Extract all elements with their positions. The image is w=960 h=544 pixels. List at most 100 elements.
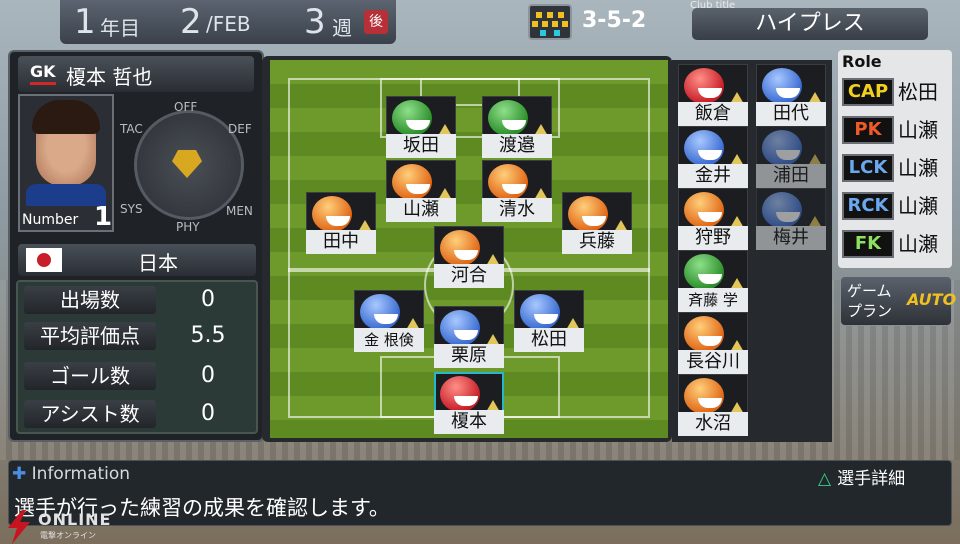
player-card-name: 渡邉 [482, 134, 552, 158]
role-player: 山瀬 [898, 194, 938, 218]
player-card[interactable]: 清水 [482, 160, 552, 224]
role-key: CAP [842, 78, 894, 106]
condition-face-icon [392, 100, 432, 136]
role-row[interactable]: FK 山瀬 [842, 228, 948, 260]
player-card[interactable]: 田中 [306, 192, 376, 256]
bench-player-card[interactable]: 浦田 [756, 126, 826, 190]
player-card[interactable]: 山瀬 [386, 160, 456, 224]
week-unit: 週 [332, 16, 352, 40]
player-detail-button[interactable]: △ 選手詳細 [818, 464, 905, 489]
player-card-name: 斉藤 学 [678, 288, 748, 312]
role-row[interactable]: PK 山瀬 [842, 114, 948, 146]
condition-face-icon [684, 316, 724, 352]
condition-face-icon [520, 294, 560, 330]
player-card-name: 水沼 [678, 412, 748, 436]
japan-flag-icon [26, 248, 62, 272]
radar-label-def: DEF [228, 122, 252, 136]
hair-image [32, 100, 100, 134]
stat-value: 0 [201, 287, 215, 312]
role-player: 山瀬 [898, 118, 938, 142]
player-card-name: 狩野 [678, 226, 748, 250]
condition-face-icon [440, 230, 480, 266]
condition-face-icon [392, 164, 432, 200]
role-row[interactable]: RCK 山瀬 [842, 190, 948, 222]
player-name: 榎本 哲也 [66, 65, 153, 89]
radar-label-men: MEN [226, 204, 253, 218]
stat-value: 5.5 [190, 323, 226, 348]
player-card[interactable]: 松田 [514, 290, 584, 354]
stat-label: 平均評価点 [24, 322, 156, 350]
game-plan-button[interactable]: ゲームプラン AUTO [840, 276, 956, 326]
player-card[interactable]: 河合 [434, 226, 504, 290]
player-name-box: GK 榎本 哲也 [18, 56, 254, 92]
triangle-button-icon: △ [818, 469, 832, 489]
condition-face-icon [488, 164, 528, 200]
position-underline [30, 82, 56, 85]
player-card[interactable]: 栗原 [434, 306, 504, 370]
bench-player-card[interactable]: 梅井 [756, 188, 826, 252]
condition-face-icon [684, 378, 724, 414]
radar-label-sys: SYS [120, 202, 143, 216]
watermark-text: ONLINE [38, 510, 112, 529]
bench-player-card[interactable]: 金井 [678, 126, 748, 190]
stat-row: 出場数 0 [24, 284, 252, 316]
bench-player-card[interactable]: 飯倉 [678, 64, 748, 128]
bench-player-card[interactable]: 斉藤 学 [678, 250, 748, 314]
player-portrait: Number 1 [18, 94, 114, 232]
condition-face-icon [440, 376, 480, 412]
condition-face-icon [568, 196, 608, 232]
player-card-name: 浦田 [756, 164, 826, 188]
player-card[interactable]: 金 根倹 [354, 290, 424, 354]
formation-label: 3-5-2 [582, 8, 647, 33]
watermark-subtext: 電撃オンライン [40, 531, 96, 540]
player-card-name: 松田 [514, 328, 584, 352]
club-title[interactable]: ハイプレス [692, 8, 928, 40]
player-card[interactable]: 坂田 [386, 96, 456, 160]
condition-face-icon [684, 68, 724, 104]
condition-face-icon [762, 192, 802, 228]
player-card-name: 飯倉 [678, 102, 748, 126]
bench-player-card[interactable]: 狩野 [678, 188, 748, 252]
player-card[interactable]: 兵藤 [562, 192, 632, 256]
player-card-name: 清水 [482, 198, 552, 222]
bench-player-card[interactable]: 田代 [756, 64, 826, 128]
roles-panel: Role CAP 松田 PK 山瀬 LCK 山瀬 RCK 山瀬 FK 山瀬 [838, 50, 952, 268]
role-key: LCK [842, 154, 894, 182]
role-player: 山瀬 [898, 232, 938, 256]
player-card-name: 長谷川 [678, 350, 748, 374]
condition-face-icon [684, 254, 724, 290]
roles-title: Role [842, 52, 882, 71]
condition-face-icon [312, 196, 352, 232]
player-card-name: 栗原 [434, 344, 504, 368]
player-card[interactable]: 渡邉 [482, 96, 552, 160]
player-card-selected[interactable]: 榎本 [434, 372, 504, 436]
formation-icon[interactable] [528, 4, 572, 40]
stat-label: 出場数 [24, 286, 156, 314]
game-plan-label: ゲームプラン [847, 282, 893, 320]
bench-player-card[interactable]: 長谷川 [678, 312, 748, 376]
player-number: 1 [94, 202, 113, 232]
stats-panel: 出場数 0 平均評価点 5.5 ゴール数 0 アシスト数 0 [16, 280, 258, 434]
role-row[interactable]: LCK 山瀬 [842, 152, 948, 184]
condition-face-icon [440, 310, 480, 346]
player-card-name: 兵藤 [562, 230, 632, 254]
role-key: RCK [842, 192, 894, 220]
bench-player-card[interactable]: 水沼 [678, 374, 748, 438]
role-row[interactable]: CAP 松田 [842, 76, 948, 108]
player-card-name: 金井 [678, 164, 748, 188]
radar-label-tac: TAC [120, 122, 143, 136]
stat-value: 0 [201, 363, 215, 388]
stat-value: 0 [201, 401, 215, 426]
player-card-name: 榎本 [434, 410, 504, 434]
player-card-name: 金 根倹 [354, 328, 424, 352]
player-card-name: 河合 [434, 264, 504, 288]
country-name: 日本 [138, 251, 178, 275]
year-number: 1 [74, 2, 96, 42]
stat-label: ゴール数 [24, 362, 156, 390]
stat-label: アシスト数 [24, 400, 156, 428]
ability-radar: OFF TAC DEF SYS MEN PHY [118, 96, 260, 234]
stat-row: 平均評価点 5.5 [24, 320, 252, 352]
player-card-name: 梅井 [756, 226, 826, 250]
week-number: 3 [304, 2, 326, 42]
game-plan-mode: AUTO [907, 290, 957, 309]
